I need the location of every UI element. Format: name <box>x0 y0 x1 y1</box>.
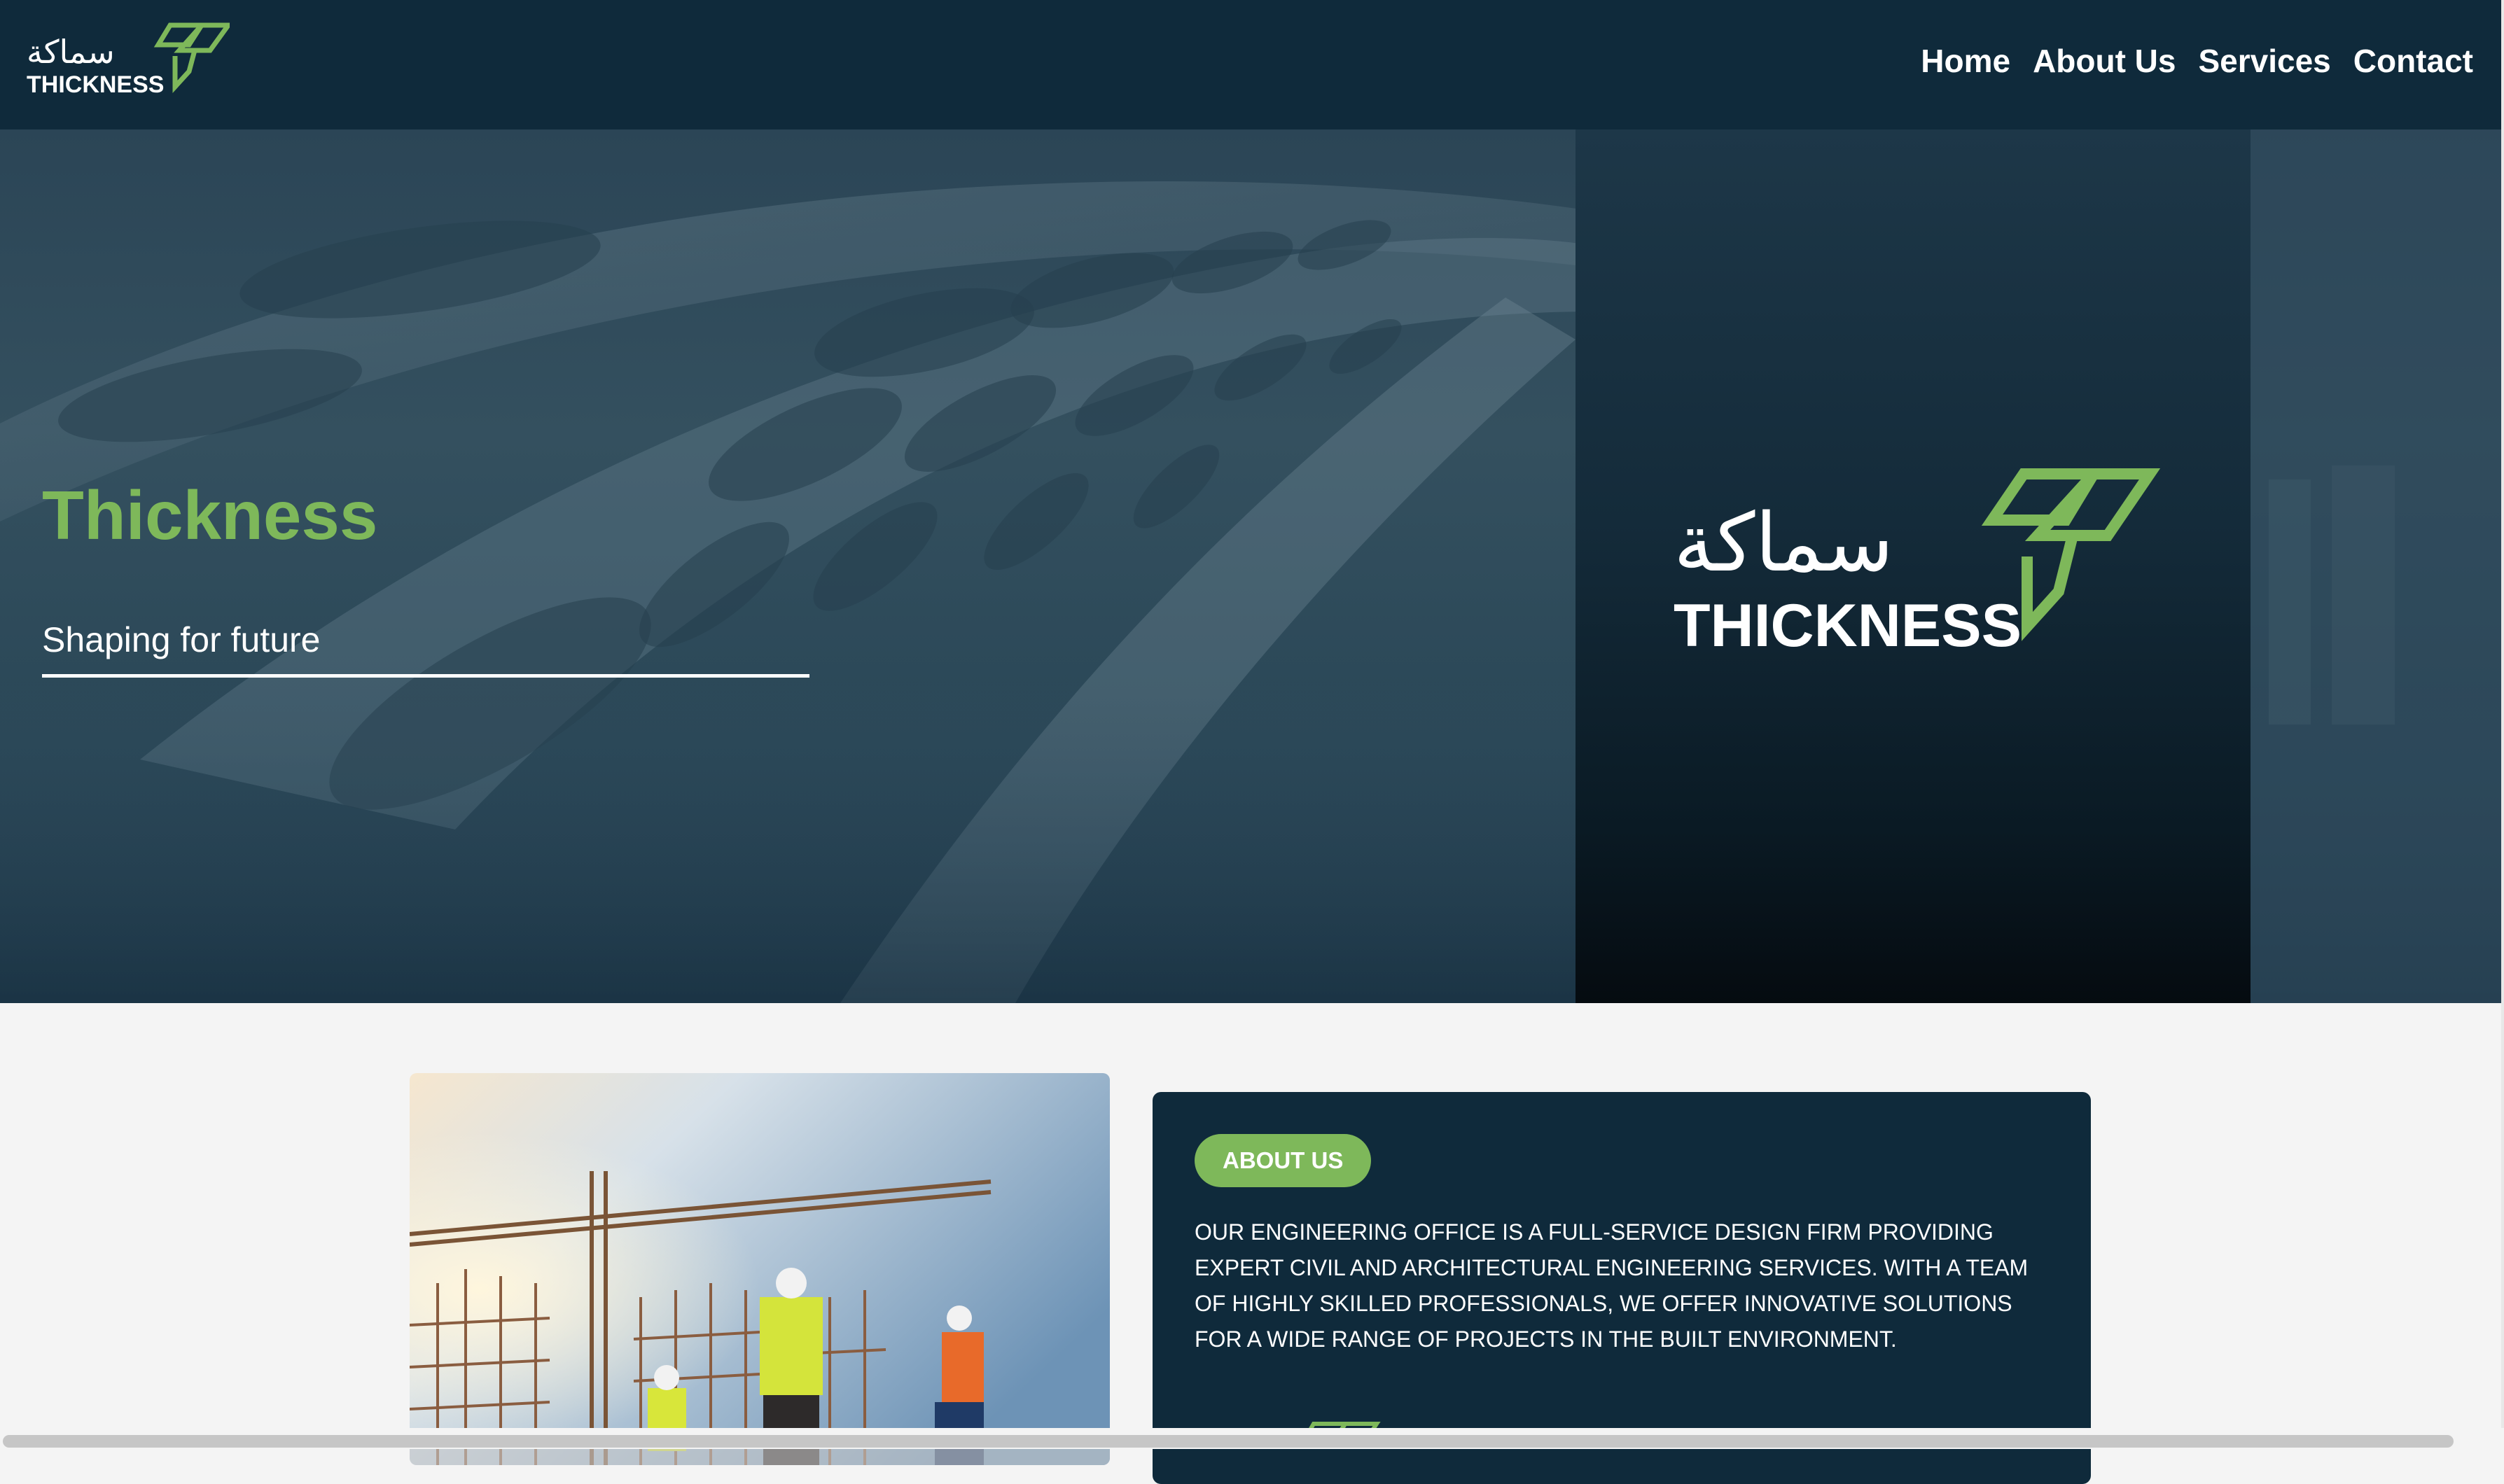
thickness-logo-icon <box>153 22 230 94</box>
about-us-badge[interactable]: ABOUT US <box>1195 1134 1372 1187</box>
construction-site-photo <box>410 1073 1110 1465</box>
hero-subtitle: Shaping for future <box>42 620 321 659</box>
hero-section: Thickness Shaping for future سماكة THICK… <box>0 130 2501 1003</box>
nav-services-link[interactable]: Services <box>2198 42 2330 80</box>
nav-home-link[interactable]: Home <box>1921 42 2010 80</box>
window-edge <box>2501 0 2504 1428</box>
navbar: سماكة THICKNESS Home About Us Services C… <box>0 0 2501 130</box>
hero-divider <box>42 674 809 678</box>
brand-logo[interactable]: سماكة THICKNESS <box>27 22 230 99</box>
hero-logo-arabic: سماكة <box>1674 496 1893 590</box>
nav-about-link[interactable]: About Us <box>2033 42 2176 80</box>
about-section: ABOUT US OUR ENGINEERING OFFICE IS A FUL… <box>0 1003 2501 1484</box>
hero-logo-wordmark: THICKNESS <box>1674 592 2022 659</box>
about-description: OUR ENGINEERING OFFICE IS A FULL-SERVICE… <box>1195 1219 2029 1352</box>
construction-photo-illustration <box>410 1073 1110 1465</box>
logo-arabic-text: سماكة <box>27 33 115 71</box>
about-card: ABOUT US OUR ENGINEERING OFFICE IS A FUL… <box>1153 1092 2091 1484</box>
main-nav: Home About Us Services Contact <box>1921 42 2473 80</box>
logo-wordmark: THICKNESS <box>27 71 164 98</box>
nav-contact-link[interactable]: Contact <box>2353 42 2473 80</box>
horizontal-scrollbar-thumb[interactable] <box>3 1435 2454 1448</box>
hero-title: Thickness <box>42 477 378 554</box>
hero-brand-logo: سماكة THICKNESS <box>1674 468 2161 659</box>
